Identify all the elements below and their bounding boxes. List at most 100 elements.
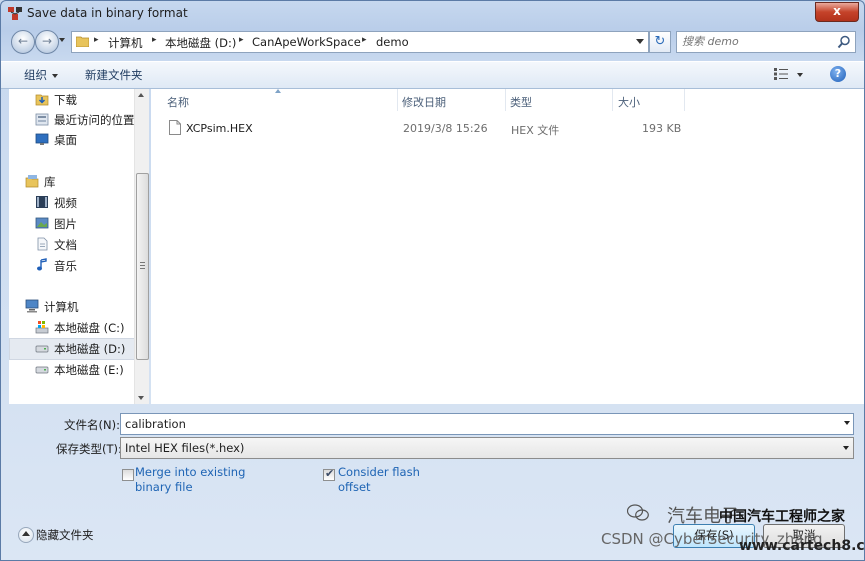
close-button[interactable]: x — [815, 2, 859, 22]
refresh-button[interactable]: ↻ — [649, 31, 671, 53]
nav-item-pictures[interactable]: 图片 — [9, 213, 139, 233]
music-icon — [37, 258, 47, 271]
grip-icon — [140, 262, 145, 269]
hide-folders-label: 隐藏文件夹 — [36, 528, 94, 542]
column-header-name[interactable]: 名称 — [151, 89, 398, 111]
command-toolbar: 组织 新建文件夹 ? — [1, 61, 864, 89]
watermark-text: www.cartech8.com — [739, 538, 865, 554]
nav-header-label: 库 — [44, 175, 56, 189]
column-header-label: 名称 — [167, 96, 189, 109]
column-header-size[interactable]: 大小 — [612, 89, 685, 111]
breadcrumb-drive-d[interactable]: 本地磁盘 (D:) — [165, 35, 236, 51]
checkmark-icon: ✔ — [325, 467, 335, 480]
nav-item-label: 最近访问的位置 — [54, 113, 135, 127]
breadcrumb-separator[interactable]: ▸ — [152, 35, 157, 45]
nav-item-label: 音乐 — [54, 259, 77, 273]
arrow-left-icon: ← — [17, 34, 29, 48]
nav-item-label: 下载 — [54, 93, 77, 107]
watermark-overlay: 汽车电子 中国汽车工程师之家 CSDN @CyberSecurity_zhang… — [601, 500, 864, 554]
column-header-label: 大小 — [618, 96, 640, 109]
documents-icon — [37, 237, 48, 251]
file-size: 193 KB — [642, 122, 682, 135]
navigation-scrollbar[interactable] — [134, 89, 149, 404]
breadcrumb-separator[interactable]: ▸ — [94, 35, 99, 45]
nav-item-drive-d[interactable]: 本地磁盘 (D:) — [9, 338, 141, 360]
nav-item-label: 本地磁盘 (E:) — [54, 363, 124, 377]
nav-item-recent-places[interactable]: 最近访问的位置 — [9, 109, 139, 129]
file-list: 名称 修改日期 类型 大小 XCPsim.HEX 2019/3/8 15:26 … — [151, 89, 864, 404]
search-input[interactable] — [682, 34, 832, 49]
refresh-icon: ↻ — [654, 34, 666, 49]
nav-item-label: 本地磁盘 (C:) — [54, 321, 125, 335]
flash-offset-checkbox[interactable]: ✔ — [323, 467, 335, 481]
flash-offset-label-line2[interactable]: offset — [338, 480, 371, 495]
pictures-icon — [35, 217, 49, 229]
merge-checkbox[interactable] — [122, 469, 134, 481]
organize-button[interactable]: 组织 — [24, 67, 58, 83]
chevron-down-icon[interactable] — [843, 446, 849, 450]
nav-item-drive-e[interactable]: 本地磁盘 (E:) — [9, 359, 139, 379]
forward-button[interactable]: → — [35, 30, 59, 54]
search-icon[interactable] — [837, 35, 851, 49]
scrollbar-thumb[interactable] — [136, 173, 149, 360]
nav-item-label: 本地磁盘 (D:) — [54, 342, 126, 356]
breadcrumb-separator[interactable]: ▸ — [239, 35, 244, 45]
filetype-select[interactable]: Intel HEX files(*.hex) — [120, 437, 854, 459]
recent-pages-dropdown[interactable] — [59, 38, 65, 42]
filetype-value: Intel HEX files(*.hex) — [125, 441, 245, 455]
breadcrumb-demo[interactable]: demo — [376, 35, 409, 49]
file-type: HEX 文件 — [511, 124, 560, 137]
video-icon — [36, 196, 48, 208]
app-icon — [8, 7, 22, 20]
system-drive-icon — [35, 321, 49, 334]
nav-item-documents[interactable]: 文档 — [9, 234, 139, 254]
filename-label: 文件名(N): — [64, 418, 120, 432]
navigation-pane: 下载 最近访问的位置 桌面 库 视频 图片 文档 音乐 计算机 本地磁盘 (C:… — [9, 89, 149, 404]
nav-item-libraries[interactable]: 库 — [9, 171, 139, 191]
column-header-type[interactable]: 类型 — [505, 89, 613, 111]
sort-ascending-icon — [275, 89, 281, 93]
views-icon[interactable] — [774, 68, 788, 80]
filename-input[interactable] — [125, 416, 825, 431]
nav-item-videos[interactable]: 视频 — [9, 192, 139, 212]
column-header-label: 类型 — [510, 96, 532, 109]
nav-item-drive-c[interactable]: 本地磁盘 (C:) — [9, 317, 139, 337]
filename-field[interactable] — [120, 413, 854, 435]
search-box[interactable] — [676, 31, 856, 53]
column-header-modified[interactable]: 修改日期 — [397, 89, 506, 111]
nav-item-computer[interactable]: 计算机 — [9, 296, 139, 316]
file-row[interactable]: XCPsim.HEX 2019/3/8 15:26 HEX 文件 193 KB — [165, 119, 705, 139]
nav-item-desktop[interactable]: 桌面 — [9, 129, 139, 149]
organize-label: 组织 — [24, 68, 47, 82]
nav-item-downloads[interactable]: 下载 — [9, 89, 139, 109]
merge-checkbox-label-line1[interactable]: Merge into existing — [135, 465, 245, 480]
filename-dropdown-icon[interactable] — [844, 421, 850, 425]
flash-offset-label-line1[interactable]: Consider flash — [338, 465, 420, 480]
collapse-icon — [18, 527, 34, 543]
help-icon[interactable]: ? — [830, 66, 846, 82]
scroll-down-icon[interactable] — [138, 396, 144, 400]
libraries-icon — [25, 175, 39, 188]
back-button[interactable]: ← — [11, 30, 35, 54]
breadcrumb-canapeworkspace[interactable]: CanApeWorkSpace — [252, 35, 361, 49]
computer-icon — [25, 299, 39, 313]
file-name: XCPsim.HEX — [186, 122, 253, 135]
address-bar[interactable]: ▸ 计算机 ▸ 本地磁盘 (D:) ▸ CanApeWorkSpace ▸ de… — [71, 31, 649, 53]
watermark-text: 中国汽车工程师之家 — [719, 509, 845, 525]
breadcrumb-computer[interactable]: 计算机 — [108, 35, 143, 51]
recent-places-icon — [35, 113, 49, 126]
folder-icon — [76, 36, 89, 47]
new-folder-button[interactable]: 新建文件夹 — [85, 67, 143, 83]
views-dropdown-icon[interactable] — [797, 73, 803, 77]
breadcrumb-separator[interactable]: ▸ — [362, 35, 367, 45]
merge-checkbox-label-line2[interactable]: binary file — [135, 480, 193, 495]
nav-item-label: 视频 — [54, 196, 77, 210]
nav-item-label: 文档 — [54, 238, 77, 252]
wechat-logo-icon — [627, 504, 649, 521]
address-dropdown-icon[interactable] — [636, 39, 644, 44]
nav-item-music[interactable]: 音乐 — [9, 255, 139, 275]
desktop-icon — [35, 133, 49, 145]
nav-item-label: 图片 — [54, 217, 77, 231]
save-dialog: Save data in binary format x ← → ▸ 计算机 ▸… — [0, 0, 865, 561]
scroll-up-icon[interactable] — [138, 93, 144, 97]
